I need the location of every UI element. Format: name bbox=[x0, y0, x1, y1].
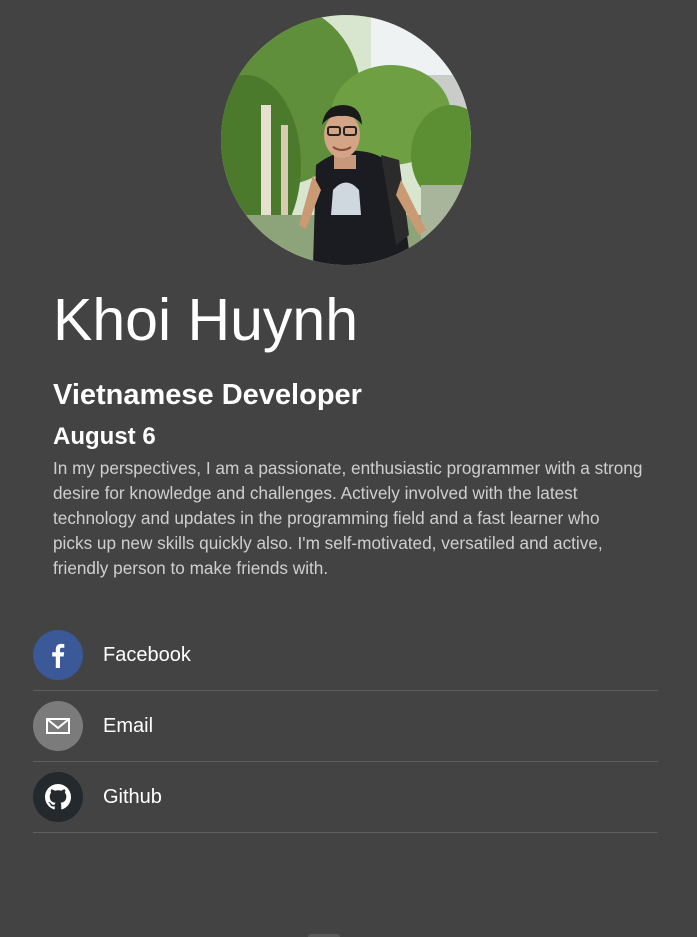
profile-name: Khoi Huynh bbox=[53, 287, 359, 353]
email-link[interactable]: Email bbox=[33, 691, 658, 762]
profile-bio: In my perspectives, I am a passionate, e… bbox=[53, 458, 643, 578]
social-links-list: Facebook Email Github bbox=[33, 620, 658, 833]
github-icon bbox=[33, 772, 83, 822]
facebook-icon bbox=[33, 630, 83, 680]
profile-date: August 6 bbox=[53, 423, 156, 450]
facebook-link[interactable]: Facebook bbox=[33, 620, 658, 691]
profile-photo bbox=[221, 15, 471, 265]
email-label: Email bbox=[103, 714, 154, 737]
facebook-label: Facebook bbox=[103, 643, 191, 666]
github-label: Github bbox=[103, 785, 162, 808]
profile-role: Vietnamese Developer bbox=[53, 379, 362, 411]
email-icon bbox=[33, 701, 83, 751]
github-link[interactable]: Github bbox=[33, 762, 658, 833]
